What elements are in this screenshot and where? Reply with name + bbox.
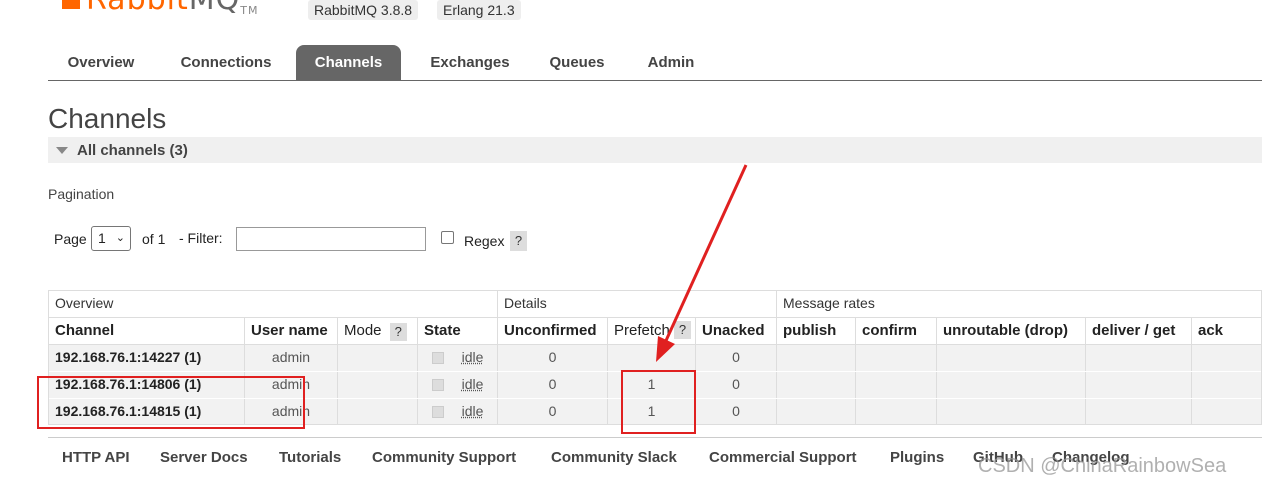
annotation-arrow-icon xyxy=(656,164,748,362)
